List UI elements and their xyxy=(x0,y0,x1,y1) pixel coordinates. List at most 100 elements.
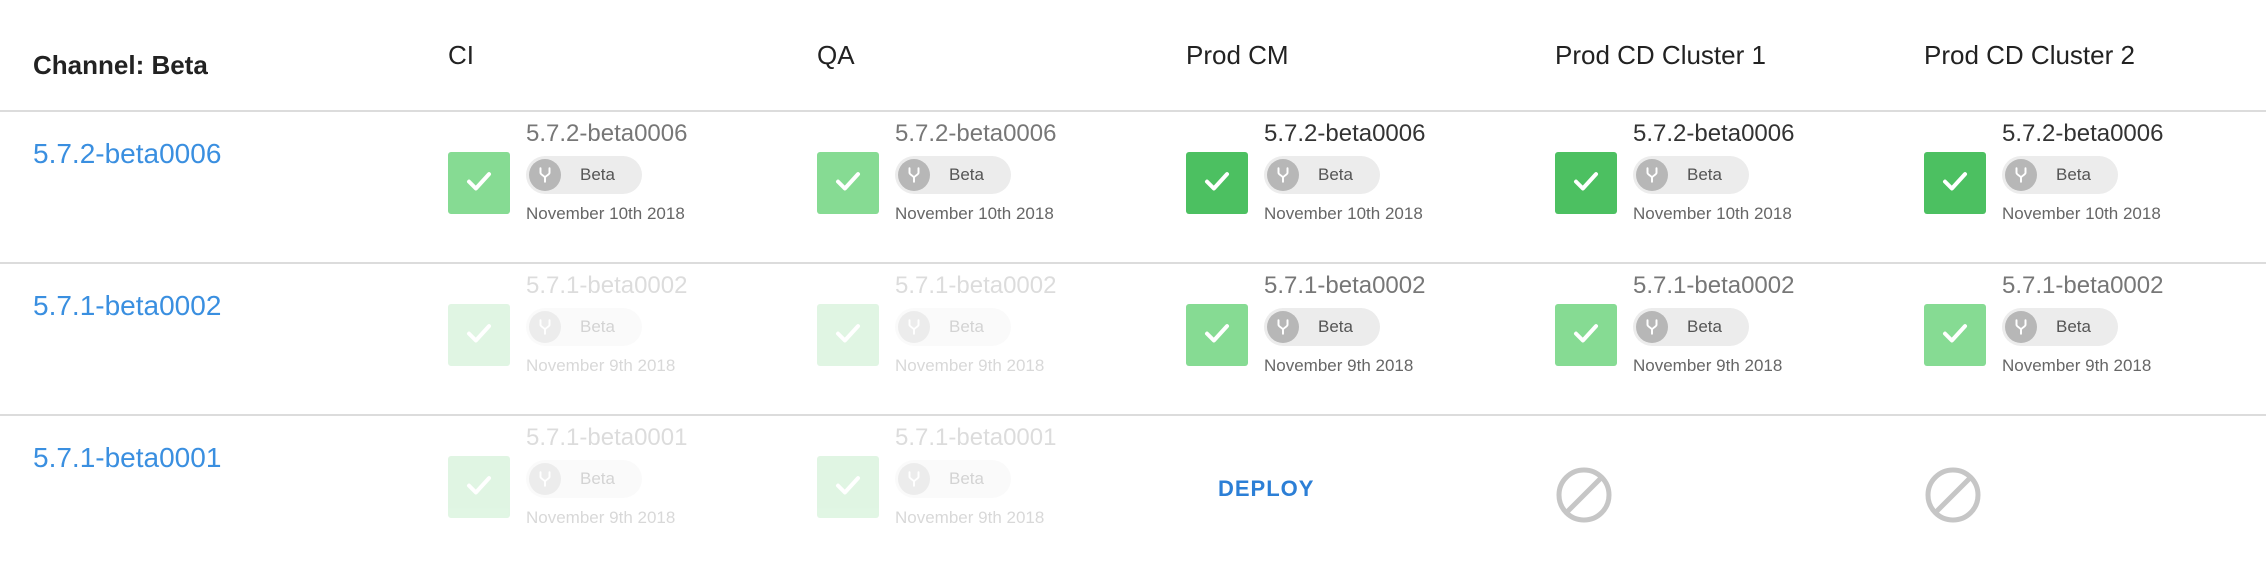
channel-chip: Beta xyxy=(2002,156,2118,194)
branch-icon xyxy=(898,311,930,343)
build-version: 5.7.1-beta0001 xyxy=(895,424,1057,451)
check-icon xyxy=(464,318,494,353)
column-header-prod-cm: Prod CM xyxy=(1186,40,1289,70)
channel-chip: Beta xyxy=(895,156,1011,194)
branch-icon xyxy=(1636,159,1668,191)
table-row: 5.7.2-beta0006 5.7.2-beta0006 Beta November… xyxy=(0,112,2266,264)
check-icon xyxy=(1202,166,1232,201)
deployment-info: 5.7.1-beta0002 Beta November 9th 2018 xyxy=(1264,272,1425,376)
channel-chip: Beta xyxy=(2002,308,2118,346)
check-icon xyxy=(1940,318,1970,353)
deployment-info: 5.7.1-beta0002 Beta November 9th 2018 xyxy=(895,272,1056,376)
branch-icon xyxy=(898,159,930,191)
column-header-ci: CI xyxy=(448,40,474,70)
deploy-date: November 9th 2018 xyxy=(1264,356,1414,375)
table-row: 5.7.1-beta0001 5.7.1-beta0001 Beta November… xyxy=(0,416,2266,566)
build-version: 5.7.2-beta0006 xyxy=(1264,120,1426,147)
channel-chip-label: Beta xyxy=(949,165,984,184)
deployment-info: 5.7.1-beta0002 Beta November 9th 2018 xyxy=(526,272,687,376)
build-version: 5.7.1-beta0002 xyxy=(1633,272,1795,299)
channel-chip-label: Beta xyxy=(1687,317,1722,336)
channel-chip: Beta xyxy=(526,308,642,346)
column-header-prod-cd-cluster-1: Prod CD Cluster 1 xyxy=(1555,40,1766,70)
channel-chip: Beta xyxy=(895,308,1011,346)
build-version: 5.7.2-beta0006 xyxy=(1633,120,1795,147)
branch-icon xyxy=(2005,311,2037,343)
status-cell: 5.7.2-beta0006 Beta November 10th 2018 xyxy=(1924,112,2264,262)
build-version: 5.7.2-beta0006 xyxy=(2002,120,2164,147)
deployment-info: 5.7.1-beta0002 Beta November 9th 2018 xyxy=(1633,272,1794,376)
build-version: 5.7.1-beta0002 xyxy=(895,272,1057,299)
deploy-date: November 9th 2018 xyxy=(1633,356,1783,375)
deploy-date: November 10th 2018 xyxy=(1633,204,1792,223)
status-cell xyxy=(1924,416,2264,566)
check-icon xyxy=(833,166,863,201)
deploy-button[interactable]: DEPLOY xyxy=(1218,476,1314,502)
column-header-prod-cd-cluster-2: Prod CD Cluster 2 xyxy=(1924,40,2135,70)
status-cell: DEPLOY xyxy=(1186,416,1526,566)
version-link[interactable]: 5.7.1-beta0001 xyxy=(33,442,221,474)
build-version: 5.7.1-beta0002 xyxy=(526,272,688,299)
check-icon xyxy=(1940,166,1970,201)
status-cell: 5.7.2-beta0006 Beta November 10th 2018 xyxy=(1555,112,1895,262)
status-cell: 5.7.1-beta0002 Beta November 9th 2018 xyxy=(1186,264,1526,414)
status-cell: 5.7.1-beta0002 Beta November 9th 2018 xyxy=(1924,264,2264,414)
status-cell: 5.7.1-beta0002 Beta November 9th 2018 xyxy=(817,264,1157,414)
deploy-date: November 9th 2018 xyxy=(526,356,676,375)
status-cell: 5.7.1-beta0002 Beta November 9th 2018 xyxy=(1555,264,1895,414)
channel-chip: Beta xyxy=(526,460,642,498)
status-check xyxy=(1555,304,1617,366)
deploy-date: November 9th 2018 xyxy=(2002,356,2152,375)
deploy-date: November 10th 2018 xyxy=(2002,204,2161,223)
branch-icon xyxy=(2005,159,2037,191)
channel-chip-label: Beta xyxy=(580,165,615,184)
channel-chip-label: Beta xyxy=(949,469,984,488)
branch-icon xyxy=(1636,311,1668,343)
status-check xyxy=(448,304,510,366)
channel-chip: Beta xyxy=(1633,308,1749,346)
deployment-info: 5.7.2-beta0006 Beta November 10th 2018 xyxy=(1633,120,1794,224)
status-check xyxy=(817,456,879,518)
channel-chip-label: Beta xyxy=(949,317,984,336)
deploy-date: November 9th 2018 xyxy=(895,508,1045,527)
status-cell: 5.7.1-beta0001 Beta November 9th 2018 xyxy=(817,416,1157,566)
check-icon xyxy=(464,470,494,505)
check-icon xyxy=(464,166,494,201)
branch-icon xyxy=(1267,311,1299,343)
deployment-info: 5.7.1-beta0002 Beta November 9th 2018 xyxy=(2002,272,2163,376)
channel-chip: Beta xyxy=(895,460,1011,498)
branch-icon xyxy=(898,463,930,495)
table-row: 5.7.1-beta0002 5.7.1-beta0002 Beta November… xyxy=(0,264,2266,416)
status-check xyxy=(448,152,510,214)
version-link[interactable]: 5.7.1-beta0002 xyxy=(33,290,221,322)
deploy-date: November 9th 2018 xyxy=(895,356,1045,375)
status-check xyxy=(1186,304,1248,366)
channel-chip-label: Beta xyxy=(2056,317,2091,336)
deployment-info: 5.7.1-beta0001 Beta November 9th 2018 xyxy=(526,424,687,528)
build-version: 5.7.1-beta0002 xyxy=(2002,272,2164,299)
channel-chip-label: Beta xyxy=(1318,317,1353,336)
branch-icon xyxy=(529,311,561,343)
status-cell: 5.7.2-beta0006 Beta November 10th 2018 xyxy=(817,112,1157,262)
deployment-info: 5.7.2-beta0006 Beta November 10th 2018 xyxy=(2002,120,2163,224)
check-icon xyxy=(1571,166,1601,201)
channel-chip: Beta xyxy=(1633,156,1749,194)
deployment-info: 5.7.1-beta0001 Beta November 9th 2018 xyxy=(895,424,1056,528)
deploy-date: November 10th 2018 xyxy=(1264,204,1423,223)
build-version: 5.7.1-beta0001 xyxy=(526,424,688,451)
no-entry-icon xyxy=(1555,466,1613,524)
check-icon xyxy=(1202,318,1232,353)
status-check xyxy=(817,304,879,366)
status-cell: 5.7.2-beta0006 Beta November 10th 2018 xyxy=(448,112,788,262)
status-cell: 5.7.1-beta0002 Beta November 9th 2018 xyxy=(448,264,788,414)
status-cell: 5.7.1-beta0001 Beta November 9th 2018 xyxy=(448,416,788,566)
channel-chip-label: Beta xyxy=(580,317,615,336)
status-check xyxy=(1924,304,1986,366)
build-version: 5.7.2-beta0006 xyxy=(526,120,688,147)
channel-chip-label: Beta xyxy=(580,469,615,488)
version-link[interactable]: 5.7.2-beta0006 xyxy=(33,138,221,170)
branch-icon xyxy=(529,463,561,495)
channel-chip-label: Beta xyxy=(1318,165,1353,184)
build-version: 5.7.1-beta0002 xyxy=(1264,272,1426,299)
status-check xyxy=(1186,152,1248,214)
